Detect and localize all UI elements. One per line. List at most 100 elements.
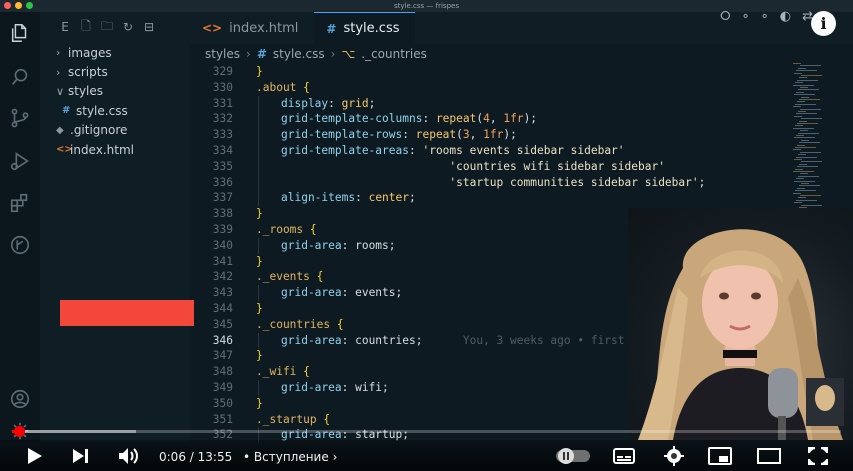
refresh-icon[interactable]: ↻ [121,20,135,34]
minimap-line [795,190,816,192]
code-line[interactable]: 336 'startup communities sidebar sidebar… [190,174,790,191]
run-debug-icon[interactable] [9,150,31,172]
code-line[interactable]: 333 grid-template-rows: repeat(3, 1fr); [190,127,790,143]
git-commit-icon[interactable]: ⭘ [720,9,730,24]
minimap-line [796,91,804,93]
video-controls: 0:06 / 13:55 • Вступление › [0,440,853,471]
minimap-line [796,70,817,72]
code-line[interactable]: 335 'countries wifi sidebar sidebar' [190,158,790,175]
code-text: grid-area: countries; You, 3 weeks ago •… [281,333,672,347]
code-text: grid-template-columns: repeat(4, 1fr); [281,112,538,126]
minimap-line [794,159,802,160]
line-number: 329 [212,65,233,78]
tree-item-images[interactable]: › images [40,43,190,62]
breadcrumb: styles › # style.css › ⌥ ._countries [190,44,853,63]
close-window-icon[interactable] [4,2,11,9]
extensions-icon[interactable] [9,192,31,214]
code-line[interactable]: 337 align-items: center; [190,190,790,207]
time-separator: / [189,450,194,464]
line-number: 343 [212,286,233,300]
tree-item-styles[interactable]: ∨ styles [40,82,190,101]
minimap-line [793,171,814,172]
minimap-line [798,154,806,156]
line-number: 337 [212,191,233,205]
autoplay-toggle[interactable] [556,444,590,468]
minimap-line [796,199,817,201]
minimap-line [797,187,805,189]
minimap-line [800,108,821,110]
tab-style-css[interactable]: # style.css [314,12,416,44]
minimap-line [800,195,821,196]
minimap-line [793,149,801,151]
maximize-window-icon[interactable] [26,2,33,9]
chevron-down-icon: ∨ [56,84,65,98]
files-icon[interactable] [9,22,31,44]
code-line[interactable]: 331 display: grid; [190,95,790,112]
code-line[interactable]: 332 grid-template-columns: repeat(4, 1fr)… [190,111,790,128]
time-total: 13:55 [197,450,233,464]
minimap-line [794,202,802,204]
tree-item-scripts[interactable]: › scripts [40,62,190,81]
info-icon[interactable]: i [811,11,836,36]
volume-icon[interactable] [117,444,141,468]
minimap-line [801,118,822,120]
minimap-line [800,65,821,67]
subtitles-icon[interactable] [612,444,636,468]
line-number: 347 [212,349,233,363]
minimap-line [800,130,808,132]
account-icon[interactable] [9,388,31,410]
collapse-icon[interactable]: ⊟ [142,20,156,34]
new-file-icon[interactable]: 🗋 [79,17,93,38]
line-number: 349 [212,381,233,394]
tree-item-style-css[interactable]: # style.css [40,101,190,120]
minimap-line [798,67,806,69]
breadcrumb-symbol[interactable]: ._countries [361,47,427,61]
minimap-line [797,144,805,146]
minimap-line [799,163,807,165]
progress-buffered [18,430,137,433]
new-folder-icon[interactable]: 🗀 [100,17,114,38]
theater-mode-icon[interactable] [756,444,782,468]
tree-item-index-html[interactable]: <> index.html [40,140,190,159]
tree-item-label: images [68,45,112,60]
play-icon[interactable] [24,444,46,468]
tree-item-gitignore[interactable]: ◆ .gitignore [40,121,190,140]
video-progress-bar[interactable] [12,426,841,437]
css-file-icon: # [256,46,267,61]
chevron-right-icon: › [56,65,61,79]
line-number: 338 [212,207,233,221]
settings-gear-icon[interactable] [662,444,686,468]
git-next-change-icon[interactable]: ∘ [761,9,769,24]
symbol-icon: ⌥ [341,46,356,61]
miniplayer-icon[interactable] [707,444,733,468]
minimap-line [797,79,818,81]
breadcrumb-file[interactable]: style.css [273,47,325,61]
code-text: ._startup { [256,412,331,426]
code-line[interactable]: 329} [190,64,790,80]
line-number: 331 [212,96,233,110]
search-icon[interactable] [9,66,31,88]
tab-index-html[interactable]: <> index.html [190,12,314,44]
breadcrumb-folder[interactable]: styles [205,47,240,61]
code-line[interactable]: 330 .about { [190,80,790,96]
open-changes-icon[interactable]: ◐ [780,9,791,24]
progress-scrubber[interactable] [13,426,25,437]
minimap-line [797,166,818,168]
minimap-line [793,106,801,108]
code-text: grid-template-areas: 'rooms events sideb… [281,144,625,157]
git-graph-icon[interactable] [9,234,31,256]
chapter-title[interactable]: • Вступление › [243,450,337,464]
minimap-line [794,137,815,139]
indent-guide [258,158,259,175]
indent-guide [258,190,259,207]
next-icon[interactable] [70,444,92,468]
file-tree: › images › scripts ∨ styles # style.css ◆ .gitign… [40,42,190,159]
fullscreen-icon[interactable] [806,444,830,468]
minimap-line [795,125,803,127]
git-prev-change-icon[interactable]: ∘ [741,9,749,24]
code-text: } [256,207,263,221]
code-line[interactable]: 334 grid-template-areas: 'rooms events si… [190,143,790,159]
minimize-window-icon[interactable] [15,2,22,9]
source-control-icon[interactable] [9,107,31,129]
git-file-icon: ◆ [56,124,64,136]
